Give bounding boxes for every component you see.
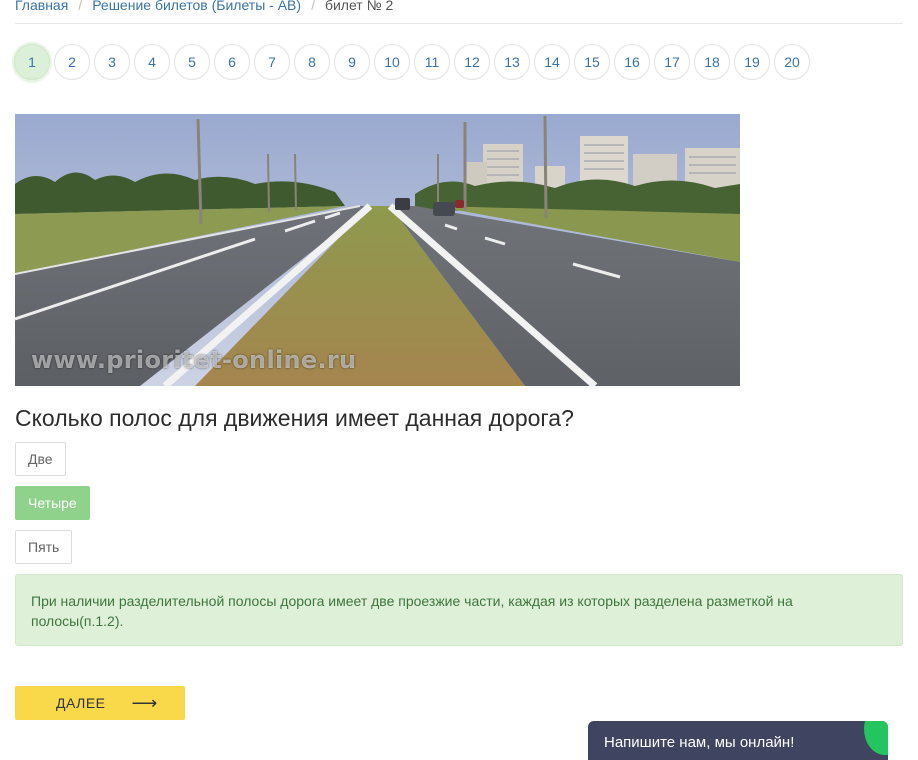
next-button[interactable]: ДАЛЕЕ ⟶: [15, 686, 185, 720]
question-text: Сколько полос для движения имеет данная …: [15, 405, 574, 431]
ticket-page-1[interactable]: 1: [14, 44, 50, 80]
chat-widget[interactable]: Напишите нам, мы онлайн!: [588, 721, 888, 760]
ticket-page-19[interactable]: 19: [734, 44, 770, 80]
breadcrumb: Главная / Решение билетов (Билеты - АВ) …: [15, 0, 903, 24]
ticket-page-12[interactable]: 12: [454, 44, 490, 80]
answer-explanation: При наличии разделительной полосы дорога…: [15, 574, 903, 646]
breadcrumb-section-link[interactable]: Решение билетов (Билеты - АВ): [92, 0, 301, 15]
ticket-page-17[interactable]: 17: [654, 44, 690, 80]
chat-widget-label: Напишите нам, мы онлайн!: [604, 734, 795, 751]
ticket-page-18[interactable]: 18: [694, 44, 730, 80]
ticket-page-2[interactable]: 2: [54, 44, 90, 80]
ticket-page-11[interactable]: 11: [414, 44, 450, 80]
ticket-page-7[interactable]: 7: [254, 44, 290, 80]
breadcrumb-current: билет № 2: [324, 0, 394, 13]
answer-option-3[interactable]: Пять: [15, 530, 73, 564]
question-image: www.prioritet-online.ru: [15, 114, 740, 386]
answer-option-1[interactable]: Две: [15, 442, 66, 476]
ticket-page-6[interactable]: 6: [214, 44, 250, 80]
ticket-page-5[interactable]: 5: [174, 44, 210, 80]
online-status-icon: [864, 721, 888, 755]
breadcrumb-separator: /: [311, 0, 315, 13]
ticket-page-14[interactable]: 14: [534, 44, 570, 80]
ticket-pagination: 1 2 3 4 5 6 7 8 9 10 11 12 13 14 15 16 17 18 19 20: [14, 44, 810, 80]
arrow-right-icon: ⟶: [131, 693, 158, 713]
ticket-page-8[interactable]: 8: [294, 44, 330, 80]
ticket-page-10[interactable]: 10: [374, 44, 410, 80]
ticket-page-3[interactable]: 3: [94, 44, 130, 80]
answer-option-2-correct[interactable]: Четыре: [15, 486, 90, 520]
image-watermark: www.prioritet-online.ru: [31, 346, 357, 374]
ticket-page-15[interactable]: 15: [574, 44, 610, 80]
next-button-label: ДАЛЕЕ: [56, 695, 106, 711]
ticket-page-20[interactable]: 20: [774, 44, 810, 80]
breadcrumb-home-link[interactable]: Главная: [15, 0, 68, 15]
breadcrumb-separator: /: [78, 0, 83, 13]
ticket-page-16[interactable]: 16: [614, 44, 650, 80]
ticket-page-4[interactable]: 4: [134, 44, 170, 80]
ticket-page-9[interactable]: 9: [334, 44, 370, 80]
ticket-page-13[interactable]: 13: [494, 44, 530, 80]
